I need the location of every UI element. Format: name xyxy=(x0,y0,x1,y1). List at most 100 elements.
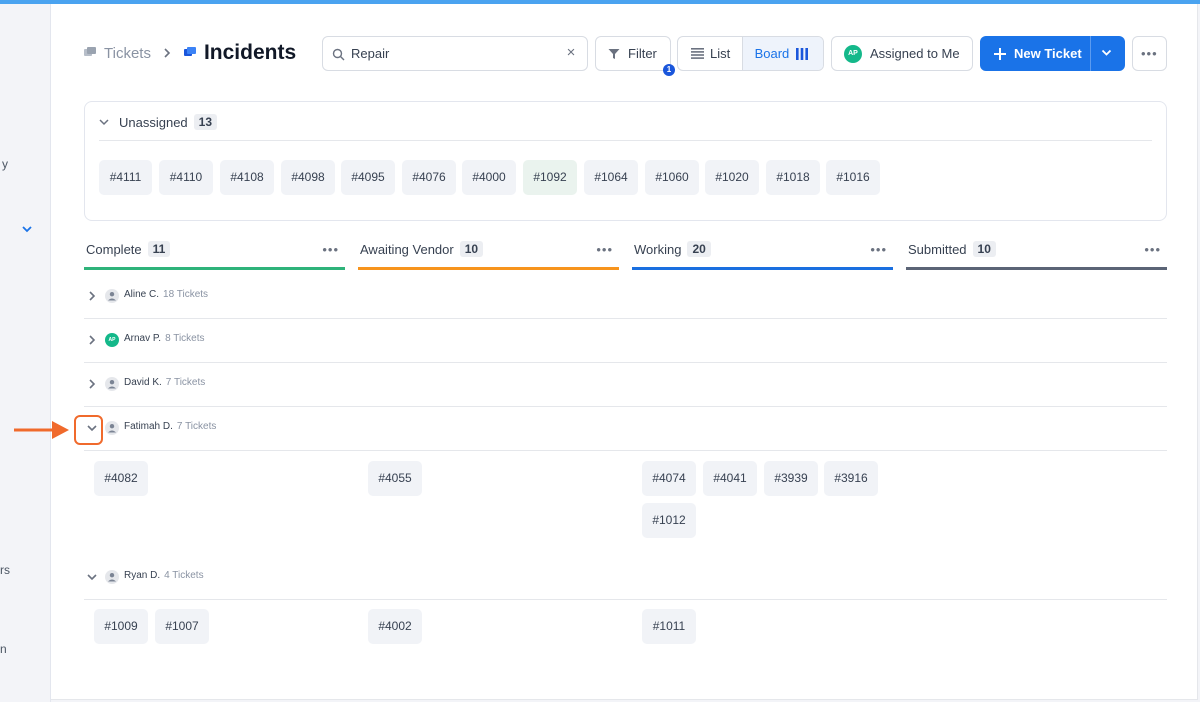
chevron-down-icon[interactable] xyxy=(20,222,34,236)
ellipsis-icon[interactable]: ••• xyxy=(596,242,613,257)
chevron-right-icon[interactable] xyxy=(87,335,97,345)
view-toggle: List Board xyxy=(677,36,824,71)
column-title: Complete xyxy=(86,241,142,257)
ticket-chip[interactable]: #3916 xyxy=(824,461,878,496)
user-avatar-icon xyxy=(105,289,119,303)
breadcrumb-parent[interactable]: Tickets xyxy=(104,45,151,62)
column-header-awaiting-vendor: Awaiting Vendor 10 ••• xyxy=(358,240,619,270)
group-count: 7 Tickets xyxy=(165,377,206,388)
sidebar-label-fragment[interactable]: y xyxy=(2,157,8,171)
ticket-chip[interactable]: #4002 xyxy=(368,609,422,644)
chevron-down-icon[interactable] xyxy=(87,572,97,582)
column-label: Working 20 xyxy=(634,241,711,257)
ticket-chip[interactable]: #1012 xyxy=(642,503,696,538)
list-view-label: List xyxy=(710,46,731,61)
column-count: 10 xyxy=(972,241,996,257)
sidebar: y rs n xyxy=(0,4,51,702)
chevron-right-icon xyxy=(164,48,171,58)
column-header-submitted: Submitted 10 ••• xyxy=(906,240,1167,270)
column-label: Awaiting Vendor 10 xyxy=(360,241,484,257)
unassigned-header[interactable]: Unassigned 13 xyxy=(99,114,218,130)
group-row-arnav[interactable]: AP Arnav P. 8 Tickets xyxy=(84,319,1167,363)
ellipsis-icon[interactable]: ••• xyxy=(322,242,339,257)
ticket-chip[interactable]: #1064 xyxy=(584,160,638,195)
group-label: David K. 7 Tickets xyxy=(124,377,205,388)
column-count: 10 xyxy=(459,241,484,257)
ellipsis-icon: ••• xyxy=(1141,46,1158,61)
assigned-to-me-label: Assigned to Me xyxy=(870,46,960,61)
ticket-chip[interactable]: #4076 xyxy=(402,160,456,195)
page-header: Tickets Incidents Repair × Filter 1 List… xyxy=(51,4,1198,94)
group-name: Ryan D. xyxy=(124,570,161,581)
breadcrumb: Tickets Incidents xyxy=(83,40,296,66)
ticket-chip[interactable]: #4108 xyxy=(220,160,274,195)
search-icon xyxy=(332,48,345,61)
chevron-down-icon[interactable] xyxy=(1101,49,1112,57)
ticket-chip[interactable]: #1016 xyxy=(826,160,880,195)
plus-icon xyxy=(994,47,1006,60)
ticket-chip[interactable]: #1011 xyxy=(642,609,696,644)
unassigned-panel: Unassigned 13 #4111 #4110 #4108 #4098 #4… xyxy=(84,101,1167,221)
group-row-ryan[interactable]: Ryan D. 4 Tickets xyxy=(84,556,1167,600)
ticket-chip[interactable]: #1020 xyxy=(705,160,759,195)
group-name: Arnav P. xyxy=(124,333,162,344)
ticket-chip[interactable]: #1018 xyxy=(766,160,820,195)
sidebar-label-fragment[interactable]: rs xyxy=(0,563,10,577)
group-name: Fatimah D. xyxy=(124,421,173,432)
column-label: Complete 11 xyxy=(86,241,171,257)
ticket-chip[interactable]: #4041 xyxy=(703,461,757,496)
group-count: 4 Tickets xyxy=(164,570,204,581)
avatar: AP xyxy=(105,333,119,347)
user-avatar-icon xyxy=(105,421,119,435)
group-count: 7 Tickets xyxy=(176,421,217,432)
filter-icon xyxy=(608,48,620,59)
ticket-chip[interactable]: #4111 xyxy=(99,160,152,195)
search-value: Repair xyxy=(351,46,390,61)
column-title: Working xyxy=(634,241,682,257)
group-count: 18 Tickets xyxy=(163,289,209,300)
group-label: Ryan D. 4 Tickets xyxy=(124,570,204,581)
ticket-chip[interactable]: #4000 xyxy=(462,160,516,195)
chevron-right-icon[interactable] xyxy=(87,379,97,389)
chevron-down-icon[interactable] xyxy=(99,118,109,126)
divider xyxy=(99,140,1152,141)
ellipsis-icon[interactable]: ••• xyxy=(1144,242,1161,257)
assigned-to-me-button[interactable]: AP Assigned to Me xyxy=(831,36,973,71)
ticket-chip[interactable]: #1092 xyxy=(523,160,577,195)
group-row-david[interactable]: David K. 7 Tickets xyxy=(84,363,1167,407)
column-count: 20 xyxy=(687,241,711,257)
ticket-chip[interactable]: #4110 xyxy=(159,160,213,195)
ticket-chip[interactable]: #4082 xyxy=(94,461,148,496)
column-label: Submitted 10 xyxy=(908,241,996,257)
list-icon xyxy=(691,48,704,59)
ticket-chip[interactable]: #4098 xyxy=(281,160,335,195)
ellipsis-icon[interactable]: ••• xyxy=(870,242,887,257)
new-ticket-button[interactable]: New Ticket xyxy=(980,36,1125,71)
clear-search-icon[interactable]: × xyxy=(563,45,579,61)
search-input[interactable]: Repair × xyxy=(322,36,588,71)
group-row-fatimah[interactable]: Fatimah D. 7 Tickets xyxy=(84,407,1167,451)
sidebar-label-fragment[interactable]: n xyxy=(0,642,7,656)
list-view-button[interactable]: List xyxy=(678,37,742,70)
group-label: Aline C. 18 Tickets xyxy=(124,289,208,300)
new-ticket-label: New Ticket xyxy=(1014,46,1082,61)
unassigned-count: 13 xyxy=(193,114,218,130)
ticket-chip[interactable]: #4074 xyxy=(642,461,696,496)
more-options-button[interactable]: ••• xyxy=(1132,36,1167,71)
ticket-chip[interactable]: #3939 xyxy=(764,461,818,496)
board-view-button[interactable]: Board xyxy=(741,37,823,70)
ticket-chip[interactable]: #4095 xyxy=(341,160,395,195)
ticket-chip[interactable]: #1007 xyxy=(155,609,209,644)
group-label: Fatimah D. 7 Tickets xyxy=(124,421,216,432)
tickets-icon xyxy=(84,47,96,56)
incidents-icon xyxy=(183,47,196,56)
split-divider xyxy=(1090,36,1091,71)
filter-button[interactable]: Filter 1 xyxy=(595,36,675,76)
filter-label: Filter xyxy=(628,46,657,61)
group-name: David K. xyxy=(124,377,162,388)
group-row-aline[interactable]: Aline C. 18 Tickets xyxy=(84,275,1167,319)
ticket-chip[interactable]: #1009 xyxy=(94,609,148,644)
ticket-chip[interactable]: #1060 xyxy=(645,160,699,195)
ticket-chip[interactable]: #4055 xyxy=(368,461,422,496)
chevron-right-icon[interactable] xyxy=(87,291,97,301)
